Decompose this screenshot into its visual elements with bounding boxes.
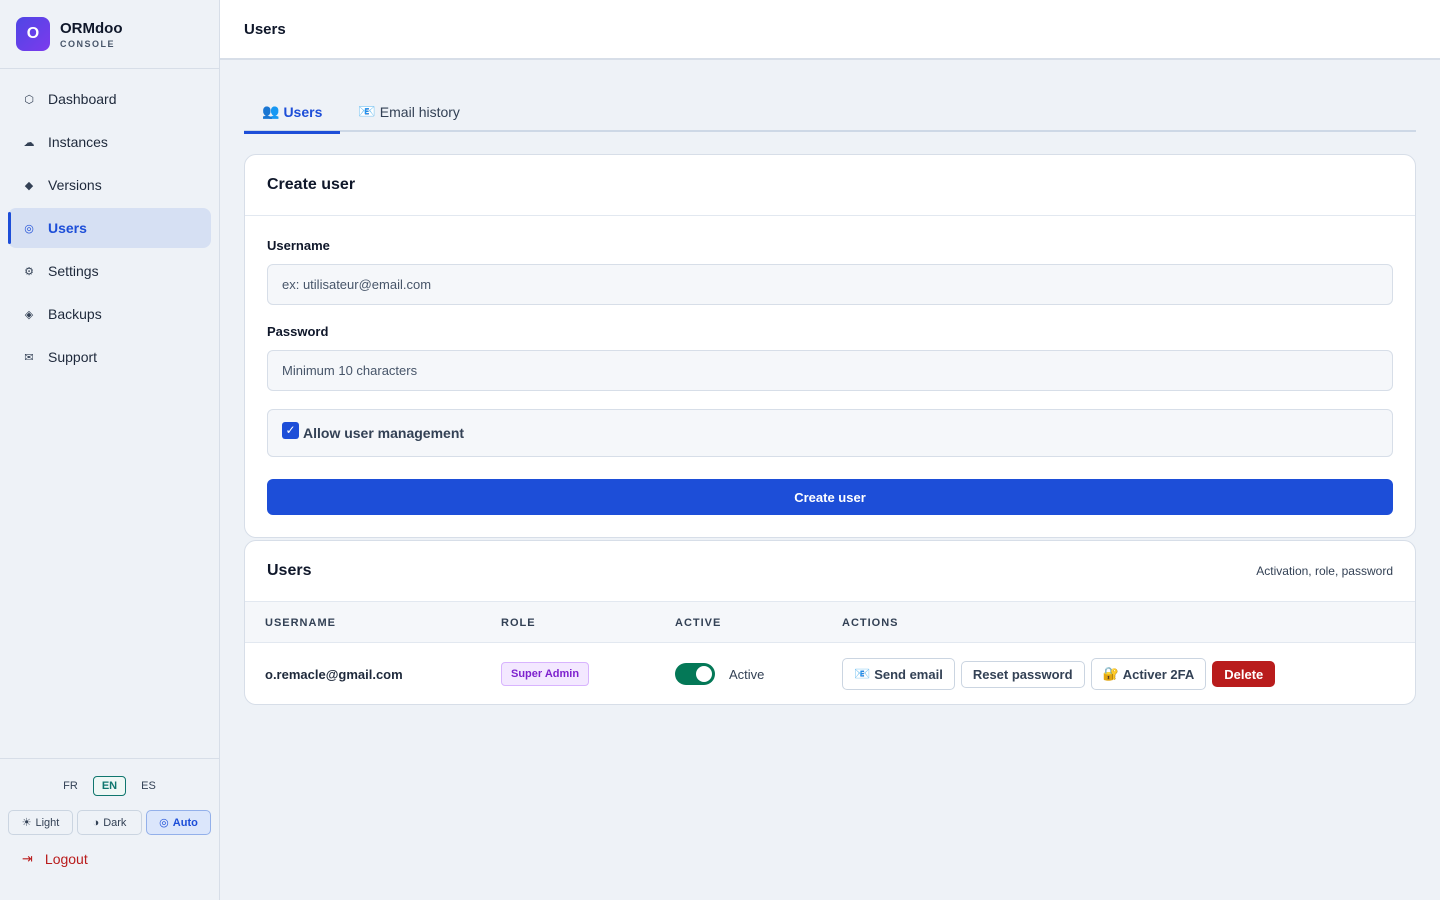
table-row: o.remacle@gmail.com Super Admin Active 📧… — [245, 643, 1415, 704]
allow-management-label: Allow user management — [303, 425, 465, 441]
theme-label: Light — [35, 816, 60, 829]
actions-cell: 📧 Send email Reset password 🔐 Activer 2F… — [842, 643, 1276, 704]
half-moon-icon: ◑ — [92, 816, 100, 829]
dashboard-icon: ⬡ — [24, 93, 34, 106]
backup-icon: ◈ — [24, 308, 34, 321]
cloud-icon: ☁ — [23, 136, 35, 149]
main-content: 👥 Users 📧 Email history Create user User… — [244, 60, 1416, 705]
sidebar-item-label: Versions — [48, 177, 102, 193]
username-input[interactable] — [267, 264, 1393, 305]
sidebar-nav: ⬡ Dashboard ☁ Instances ◆ Versions ◎ Use… — [0, 69, 219, 377]
create-user-button[interactable]: Create user — [267, 479, 1393, 515]
user-circle-icon: ◎ — [24, 222, 34, 235]
table-header: USERNAME ROLE ACTIVE ACTIONS — [245, 602, 1415, 643]
column-header-actions: ACTIONS — [842, 616, 899, 629]
button-label: Send email — [874, 666, 943, 682]
username-label: Username — [267, 238, 330, 253]
active-cell: Active — [675, 643, 765, 704]
role-badge: Super Admin — [501, 662, 590, 686]
sidebar-item-backups[interactable]: ◈ Backups — [8, 294, 211, 334]
brand-logo: O — [16, 17, 50, 51]
theme-light-button[interactable]: ☀ Light — [8, 810, 73, 835]
username-cell: o.remacle@gmail.com — [265, 643, 403, 704]
password-label: Password — [267, 324, 329, 339]
tab-users[interactable]: 👥 Users — [244, 91, 341, 134]
active-label: Active — [729, 666, 765, 682]
brand-name: ORMdoo — [60, 19, 123, 37]
create-user-title: Create user — [267, 176, 356, 193]
language-es[interactable]: ES — [132, 776, 165, 796]
users-list-card: Users Activation, role, password USERNAM… — [244, 540, 1416, 705]
sidebar-item-dashboard[interactable]: ⬡ Dashboard — [8, 79, 211, 119]
theme-switcher: ☀ Light ◑ Dark ◎ Auto — [8, 810, 211, 835]
username-value: o.remacle@gmail.com — [265, 666, 403, 682]
sidebar-item-label: Backups — [48, 306, 102, 322]
column-header-username: USERNAME — [265, 616, 336, 629]
tab-email-history[interactable]: 📧 Email history — [340, 91, 478, 132]
column-header-active: ACTIVE — [675, 616, 722, 629]
users-list-subtitle: Activation, role, password — [1256, 564, 1393, 578]
mail-icon: ✉ — [24, 351, 34, 364]
button-label: Activer 2FA — [1122, 666, 1195, 682]
create-user-header: Create user — [245, 155, 1415, 216]
theme-dark-button[interactable]: ◑ Dark — [77, 810, 142, 835]
sidebar: O ORMdoo CONSOLE ⬡ Dashboard ☁ Instances… — [0, 0, 220, 900]
tab-bar: 👥 Users 📧 Email history — [244, 91, 1416, 134]
language-fr[interactable]: FR — [54, 776, 87, 796]
sidebar-item-instances[interactable]: ☁ Instances — [8, 122, 211, 162]
logout-button[interactable]: ⇥ Logout — [22, 851, 219, 867]
lock-icon: 🔐 — [1102, 666, 1119, 681]
tab-label: Email history — [379, 103, 460, 120]
active-toggle[interactable] — [675, 663, 715, 685]
logout-icon: ⇥ — [22, 851, 33, 866]
sidebar-item-users[interactable]: ◎ Users — [8, 208, 211, 248]
brand-text: ORMdoo CONSOLE — [60, 20, 122, 49]
sidebar-footer: FR EN ES ☀ Light ◑ Dark ◎ Auto ⇥ Logout — [0, 758, 219, 900]
sidebar-item-settings[interactable]: ⚙ Settings — [8, 251, 211, 291]
sidebar-item-label: Settings — [48, 263, 99, 279]
language-switcher: FR EN ES — [0, 776, 219, 796]
logout-label: Logout — [44, 851, 88, 867]
sidebar-item-label: Dashboard — [48, 91, 117, 107]
create-user-card: Create user Username Password ✓ Allow us… — [244, 154, 1416, 538]
sidebar-item-label: Users — [48, 220, 87, 236]
role-cell: Super Admin — [501, 643, 590, 704]
password-input[interactable] — [267, 350, 1393, 391]
users-list-header: Users Activation, role, password — [245, 541, 1415, 602]
sidebar-item-support[interactable]: ✉ Support — [8, 337, 211, 377]
allow-management-row[interactable]: ✓ Allow user management — [267, 409, 1393, 457]
activate-2fa-button[interactable]: 🔐 Activer 2FA — [1090, 658, 1207, 690]
page-title: Users — [244, 20, 286, 38]
password-field: Password — [267, 324, 1393, 391]
sun-icon: ☀ — [21, 817, 32, 829]
sidebar-item-label: Instances — [48, 134, 108, 150]
theme-auto-button[interactable]: ◎ Auto — [146, 810, 211, 835]
auto-icon: ◎ — [159, 817, 169, 829]
users-list-title: Users — [267, 562, 312, 579]
sidebar-item-label: Support — [48, 349, 98, 365]
reset-password-button[interactable]: Reset password — [960, 660, 1085, 688]
theme-label: Dark — [103, 816, 127, 829]
brand: O ORMdoo CONSOLE — [0, 0, 219, 69]
language-en[interactable]: EN — [92, 776, 127, 796]
send-email-button[interactable]: 📧 Send email — [842, 658, 955, 690]
allow-management-checkbox[interactable]: ✓ — [282, 421, 299, 439]
email-icon: 📧 — [358, 103, 376, 119]
column-header-role: ROLE — [501, 616, 536, 629]
brand-subtitle: CONSOLE — [60, 38, 116, 49]
sidebar-item-versions[interactable]: ◆ Versions — [8, 165, 211, 205]
gear-icon: ⚙ — [24, 265, 34, 278]
diamond-icon: ◆ — [24, 179, 34, 192]
create-user-form: Username Password ✓ Allow user managemen… — [245, 216, 1415, 515]
email-icon: 📧 — [854, 666, 871, 681]
top-bar: Users — [220, 0, 1440, 60]
delete-user-button[interactable]: Delete — [1212, 661, 1276, 687]
users-group-icon: 👥 — [262, 103, 280, 119]
tab-label: Users — [283, 103, 323, 120]
theme-label: Auto — [172, 816, 198, 829]
